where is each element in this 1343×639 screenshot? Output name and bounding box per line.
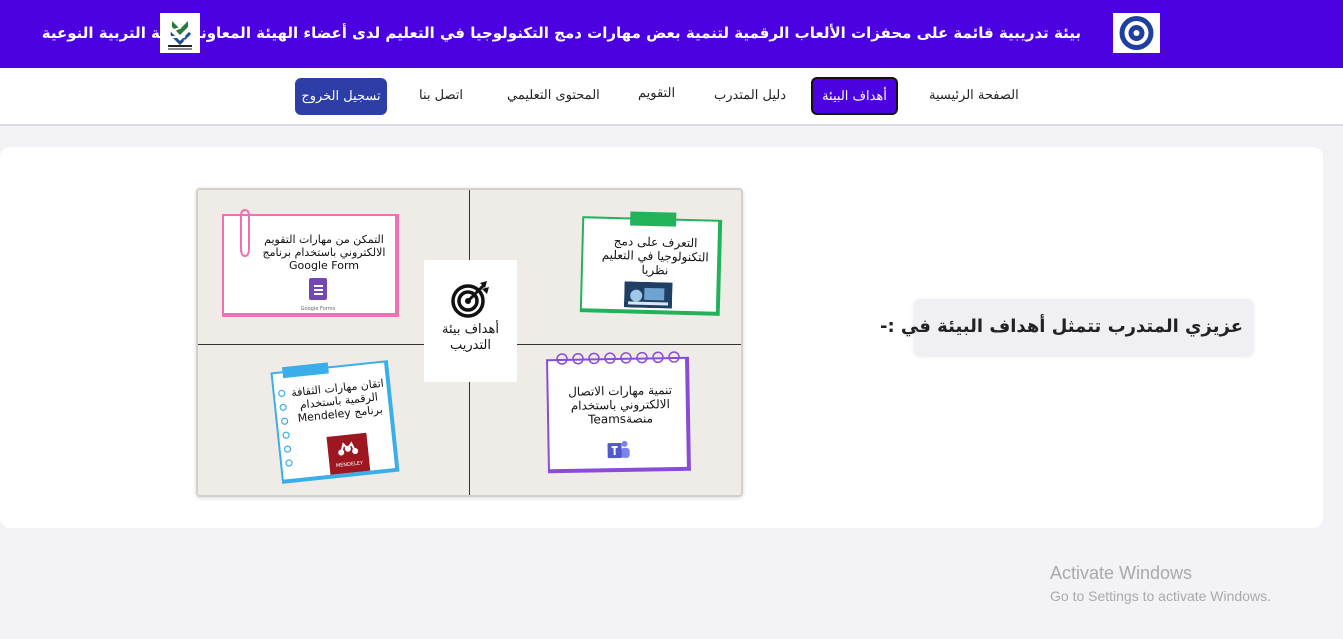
tape-decoration bbox=[630, 211, 677, 227]
nav-trainee-guide[interactable]: دليل المتدرب bbox=[714, 88, 786, 103]
goal-text-teams: تنمية مهارات الاتصال الالكتروني باستخدام… bbox=[567, 383, 673, 427]
goal-note-teams: تنمية مهارات الاتصال الالكتروني باستخدام… bbox=[546, 351, 691, 474]
logout-button[interactable]: تسجيل الخروج bbox=[295, 78, 387, 115]
goal-note-mendeley: اتقان مهارات الثقافة الرقمية باستخدام بر… bbox=[270, 360, 400, 484]
goal-text-mendeley: اتقان مهارات الثقافة الرقمية باستخدام بر… bbox=[290, 376, 385, 425]
google-forms-icon bbox=[309, 278, 327, 300]
microsoft-teams-icon bbox=[607, 440, 630, 459]
center-goals-card: أهداف بيئة التدريب bbox=[424, 260, 517, 382]
header-bar: بيئة تدريبية قائمة على محفزات الألعاب ال… bbox=[0, 0, 1343, 68]
site-title: بيئة تدريبية قائمة على محفزات الألعاب ال… bbox=[41, 24, 1081, 42]
goal-text-google-form: التمكن من مهارات التقويم الالكتروني باست… bbox=[262, 233, 386, 272]
tape-decoration bbox=[281, 362, 329, 379]
goals-intro-heading: عزيزي المتدرب تتمثل أهداف البيئة في :- bbox=[880, 299, 1253, 355]
nav-goals[interactable]: أهداف البيئة bbox=[811, 77, 898, 115]
goal-note-google-form: التمكن من مهارات التقويم الالكتروني باست… bbox=[222, 208, 399, 317]
nav-contact[interactable]: اتصل بنا bbox=[419, 88, 463, 103]
nav-educational-content[interactable]: المحتوى التعليمي bbox=[507, 88, 600, 103]
spiral-binding bbox=[556, 351, 680, 365]
goal-note-integration: التعرف على دمج التكنولوجيا في التعليم نظ… bbox=[579, 211, 723, 316]
mendeley-logo: MENDELEY bbox=[326, 432, 371, 475]
goal-text-integration: التعرف على دمج التكنولوجيا في التعليم نظ… bbox=[601, 234, 709, 278]
goals-intro-text: عزيزي المتدرب تتمثل أهداف البيئة في :- bbox=[879, 316, 1243, 337]
mendeley-wordmark: MENDELEY bbox=[335, 460, 364, 470]
main-navigation: الصفحة الرئيسية أهداف البيئة دليل المتدر… bbox=[0, 68, 1343, 126]
mendeley-icon bbox=[338, 441, 359, 456]
google-forms-wordmark: Google Forms bbox=[300, 306, 336, 312]
target-icon bbox=[451, 281, 489, 318]
windows-activation-title: Activate Windows bbox=[1050, 563, 1193, 583]
center-goals-label: أهداف بيئة التدريب bbox=[442, 322, 499, 353]
windows-activation-subtitle: Go to Settings to activate Windows. bbox=[1050, 588, 1271, 604]
goals-board: التمكن من مهارات التقويم الالكتروني باست… bbox=[196, 188, 743, 497]
nav-home[interactable]: الصفحة الرئيسية bbox=[929, 88, 1019, 103]
technology-image bbox=[623, 281, 673, 309]
paperclip-icon bbox=[240, 208, 250, 258]
nav-evaluation[interactable]: التقويم bbox=[638, 86, 675, 101]
university-logo[interactable] bbox=[1113, 13, 1160, 53]
